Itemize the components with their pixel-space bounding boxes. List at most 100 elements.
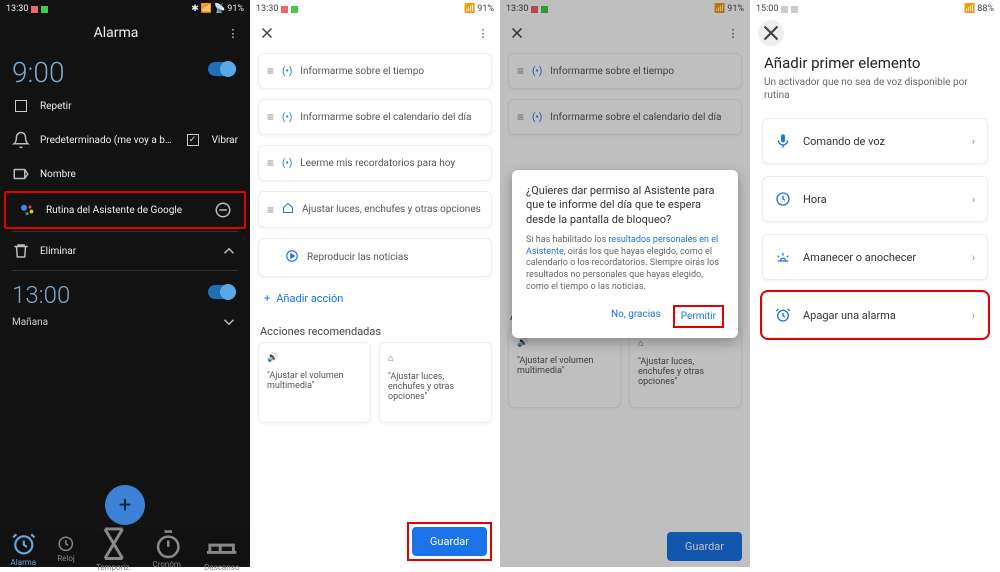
option-sunrise-sunset[interactable]: Amanecer o anochecer ›: [762, 234, 988, 280]
action-card-news[interactable]: Reproducir las noticias: [258, 238, 492, 277]
page-title: Añadir primer elemento: [750, 48, 1000, 76]
dialog-title: ¿Quieres dar permiso al Asistente para q…: [526, 184, 724, 227]
broadcast-icon: (•): [282, 158, 292, 169]
recommended-section-label: Acciones recomendadas: [250, 315, 500, 342]
name-row[interactable]: Nombre: [0, 157, 250, 191]
status-time: 15:00: [756, 4, 778, 14]
drag-handle-icon: ≡: [267, 203, 274, 217]
repeat-checkbox-icon: [12, 97, 30, 115]
nav-bedtime[interactable]: Descanso: [204, 526, 239, 571]
drag-handle-icon: ≡: [267, 156, 274, 170]
ringtone-label: Predeterminado (me voy a bañ…: [40, 135, 174, 146]
option-time[interactable]: Hora ›: [762, 176, 988, 222]
volume-icon: 🔊: [267, 353, 362, 363]
overflow-menu-icon[interactable]: ⋮: [474, 24, 492, 42]
chevron-right-icon: ›: [972, 309, 975, 322]
ringtone-row[interactable]: Predeterminado (me voy a bañ… Vibrar: [0, 123, 250, 157]
name-label: Nombre: [40, 169, 238, 180]
broadcast-icon: (•): [282, 66, 292, 77]
screen-alarm: 13:30 ✱ 📶 📡 91% Alarma ⋮ 9:00 Repetir Pr…: [0, 0, 250, 567]
play-circle-icon: [285, 249, 299, 266]
signal-icon: 📶: [201, 4, 212, 14]
screen-add-first-element: 15:00 📶88% Añadir primer elemento Un act…: [750, 0, 1000, 567]
battery-text: 91%: [477, 4, 494, 14]
alarm-time-2[interactable]: 13:00: [0, 273, 82, 311]
nav-clock[interactable]: Reloj: [57, 535, 75, 563]
chevron-right-icon: ›: [972, 135, 975, 148]
chevron-right-icon: ›: [972, 193, 975, 206]
sunrise-icon: [775, 249, 791, 265]
chevron-up-icon: [220, 242, 238, 260]
broadcast-icon: (•): [282, 112, 292, 123]
google-assistant-routine-row[interactable]: Rutina del Asistente de Google: [6, 193, 244, 227]
repeat-label: Repetir: [40, 101, 238, 112]
label-icon: [12, 165, 30, 183]
drag-handle-icon: ≡: [267, 64, 274, 78]
nav-stopwatch[interactable]: Cronóm.: [153, 529, 184, 570]
clock-icon: [775, 191, 791, 207]
wifi-icon: 📡: [214, 4, 225, 14]
repeat-row[interactable]: Repetir: [0, 89, 250, 123]
reco-card-volume[interactable]: 🔊"Ajustar el volumen multimedia": [258, 342, 371, 423]
recording-icon-2: [41, 6, 48, 13]
status-time: 13:30: [6, 4, 28, 14]
status-time: 13:30: [256, 4, 278, 14]
action-card-lights[interactable]: ≡Ajustar luces, enchufes y otras opcione…: [258, 191, 492, 228]
chevron-right-icon: ›: [972, 251, 975, 264]
battery-text: 88%: [977, 4, 994, 14]
alarm-toggle-1[interactable]: [208, 62, 236, 76]
action-card-reminders[interactable]: ≡(•)Leerme mis recordatorios para hoy: [258, 145, 492, 181]
add-action-button[interactable]: +Añadir acción: [250, 282, 500, 315]
home-icon: [282, 202, 294, 217]
bluetooth-icon: ✱: [191, 4, 199, 14]
assistant-icon: [18, 201, 36, 219]
screen-routine-edit: 13:30 📶91% ⋮ ≡(•)Informarme sobre el tie…: [250, 0, 500, 567]
delete-label: Eliminar: [40, 246, 210, 257]
statusbar: 15:00 📶88%: [750, 0, 1000, 18]
nav-timer[interactable]: Temporiz.: [96, 526, 131, 571]
action-card-weather[interactable]: ≡(•)Informarme sobre el tiempo: [258, 53, 492, 89]
bell-icon: [12, 131, 30, 149]
vibrate-checkbox-icon: [184, 131, 202, 149]
dialog-body: Si has habilitado los resultados persona…: [526, 235, 724, 293]
header: [750, 18, 1000, 48]
header: Alarma ⋮: [0, 18, 250, 48]
reco-card-lights[interactable]: ⌂"Ajustar luces, enchufes y otras opcion…: [379, 342, 492, 423]
screen-permission-dialog: 13:30 📶91% ⋮ ≡(•)Informarme sobre el tie…: [500, 0, 750, 567]
add-alarm-fab[interactable]: +: [105, 485, 145, 525]
save-button[interactable]: Guardar: [412, 527, 487, 556]
chevron-down-icon[interactable]: [220, 313, 238, 331]
trash-icon: [12, 242, 30, 260]
recording-icon-2: [291, 6, 298, 13]
nav-alarm[interactable]: Alarma: [11, 531, 37, 567]
statusbar: 13:30 📶91%: [250, 0, 500, 18]
plus-icon: +: [264, 292, 270, 305]
option-voice-command[interactable]: Comando de voz ›: [762, 118, 988, 164]
tomorrow-label: Mañana: [12, 317, 48, 328]
battery-text: 91%: [227, 4, 244, 14]
overflow-menu-icon[interactable]: ⋮: [224, 24, 242, 42]
statusbar: 13:30 ✱ 📶 📡 91%: [0, 0, 250, 18]
vibrate-label: Vibrar: [212, 135, 238, 146]
close-button[interactable]: [758, 20, 784, 46]
close-icon[interactable]: [258, 24, 276, 42]
alarm-toggle-2[interactable]: [208, 285, 236, 299]
page-title: Alarma: [94, 25, 139, 41]
minus-circle-icon[interactable]: [214, 201, 232, 219]
option-dismiss-alarm[interactable]: Apagar una alarma ›: [762, 292, 988, 338]
alarm-icon: [775, 307, 791, 323]
page-subtitle: Un activador que no sea de voz disponibl…: [750, 76, 1000, 112]
drag-handle-icon: ≡: [267, 110, 274, 124]
header: ⋮: [250, 18, 500, 48]
action-card-calendar[interactable]: ≡(•)Informarme sobre el calendario del d…: [258, 99, 492, 135]
allow-button[interactable]: Permitir: [673, 305, 724, 328]
mic-icon: [775, 133, 791, 149]
signal-icon: 📶: [464, 4, 475, 14]
home-icon: ⌂: [388, 353, 483, 364]
alarm-time-1[interactable]: 9:00: [0, 48, 76, 89]
no-thanks-button[interactable]: No, gracias: [605, 305, 667, 328]
recording-icon: [281, 6, 288, 13]
bottom-nav: Alarma Reloj Temporiz. Cronóm. Descanso: [0, 531, 250, 567]
delete-row[interactable]: Eliminar: [0, 234, 250, 268]
permission-dialog: ¿Quieres dar permiso al Asistente para q…: [512, 170, 738, 338]
